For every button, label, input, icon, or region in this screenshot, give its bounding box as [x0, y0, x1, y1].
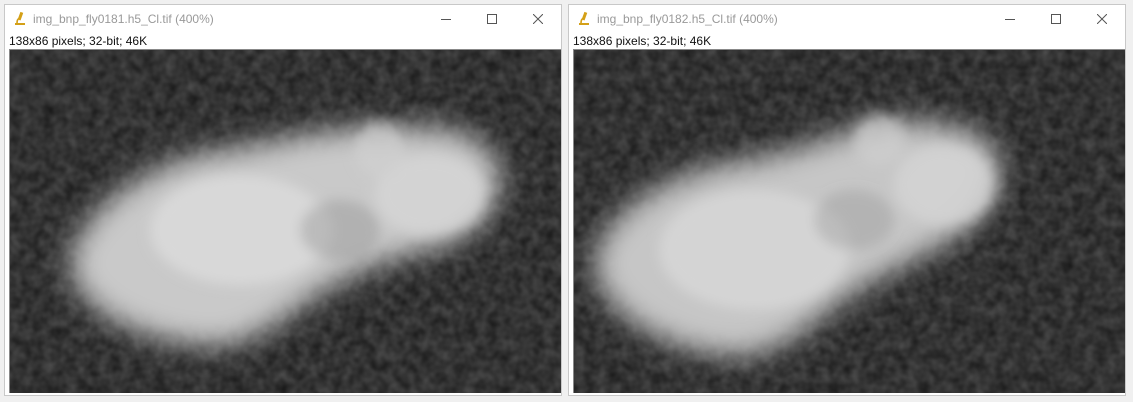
- minimize-button[interactable]: [423, 5, 469, 33]
- close-icon: [1097, 14, 1107, 24]
- microscopy-image: [574, 50, 1125, 393]
- maximize-icon: [487, 14, 497, 24]
- maximize-button[interactable]: [469, 5, 515, 33]
- window-title: img_bnp_fly0181.h5_Cl.tif (400%): [33, 12, 214, 26]
- microscopy-image: [10, 50, 561, 393]
- maximize-icon: [1051, 14, 1061, 24]
- microscope-icon: [15, 11, 25, 25]
- minimize-icon: [1005, 19, 1015, 20]
- minimize-icon: [441, 19, 451, 20]
- maximize-button[interactable]: [1033, 5, 1079, 33]
- image-window-2[interactable]: img_bnp_fly0182.h5_Cl.tif (400%) 138x86 …: [568, 4, 1126, 396]
- close-button[interactable]: [515, 5, 561, 33]
- image-canvas[interactable]: [9, 49, 561, 393]
- microscope-icon: [579, 11, 589, 25]
- image-info: 138x86 pixels; 32-bit; 46K: [573, 34, 712, 48]
- window-title: img_bnp_fly0182.h5_Cl.tif (400%): [597, 12, 778, 26]
- close-icon: [533, 14, 543, 24]
- title-bar[interactable]: img_bnp_fly0182.h5_Cl.tif (400%): [569, 5, 1125, 33]
- title-bar[interactable]: img_bnp_fly0181.h5_Cl.tif (400%): [5, 5, 561, 33]
- image-window-1[interactable]: img_bnp_fly0181.h5_Cl.tif (400%) 138x86 …: [4, 4, 562, 396]
- image-canvas[interactable]: [573, 49, 1125, 393]
- close-button[interactable]: [1079, 5, 1125, 33]
- minimize-button[interactable]: [987, 5, 1033, 33]
- image-info: 138x86 pixels; 32-bit; 46K: [9, 34, 148, 48]
